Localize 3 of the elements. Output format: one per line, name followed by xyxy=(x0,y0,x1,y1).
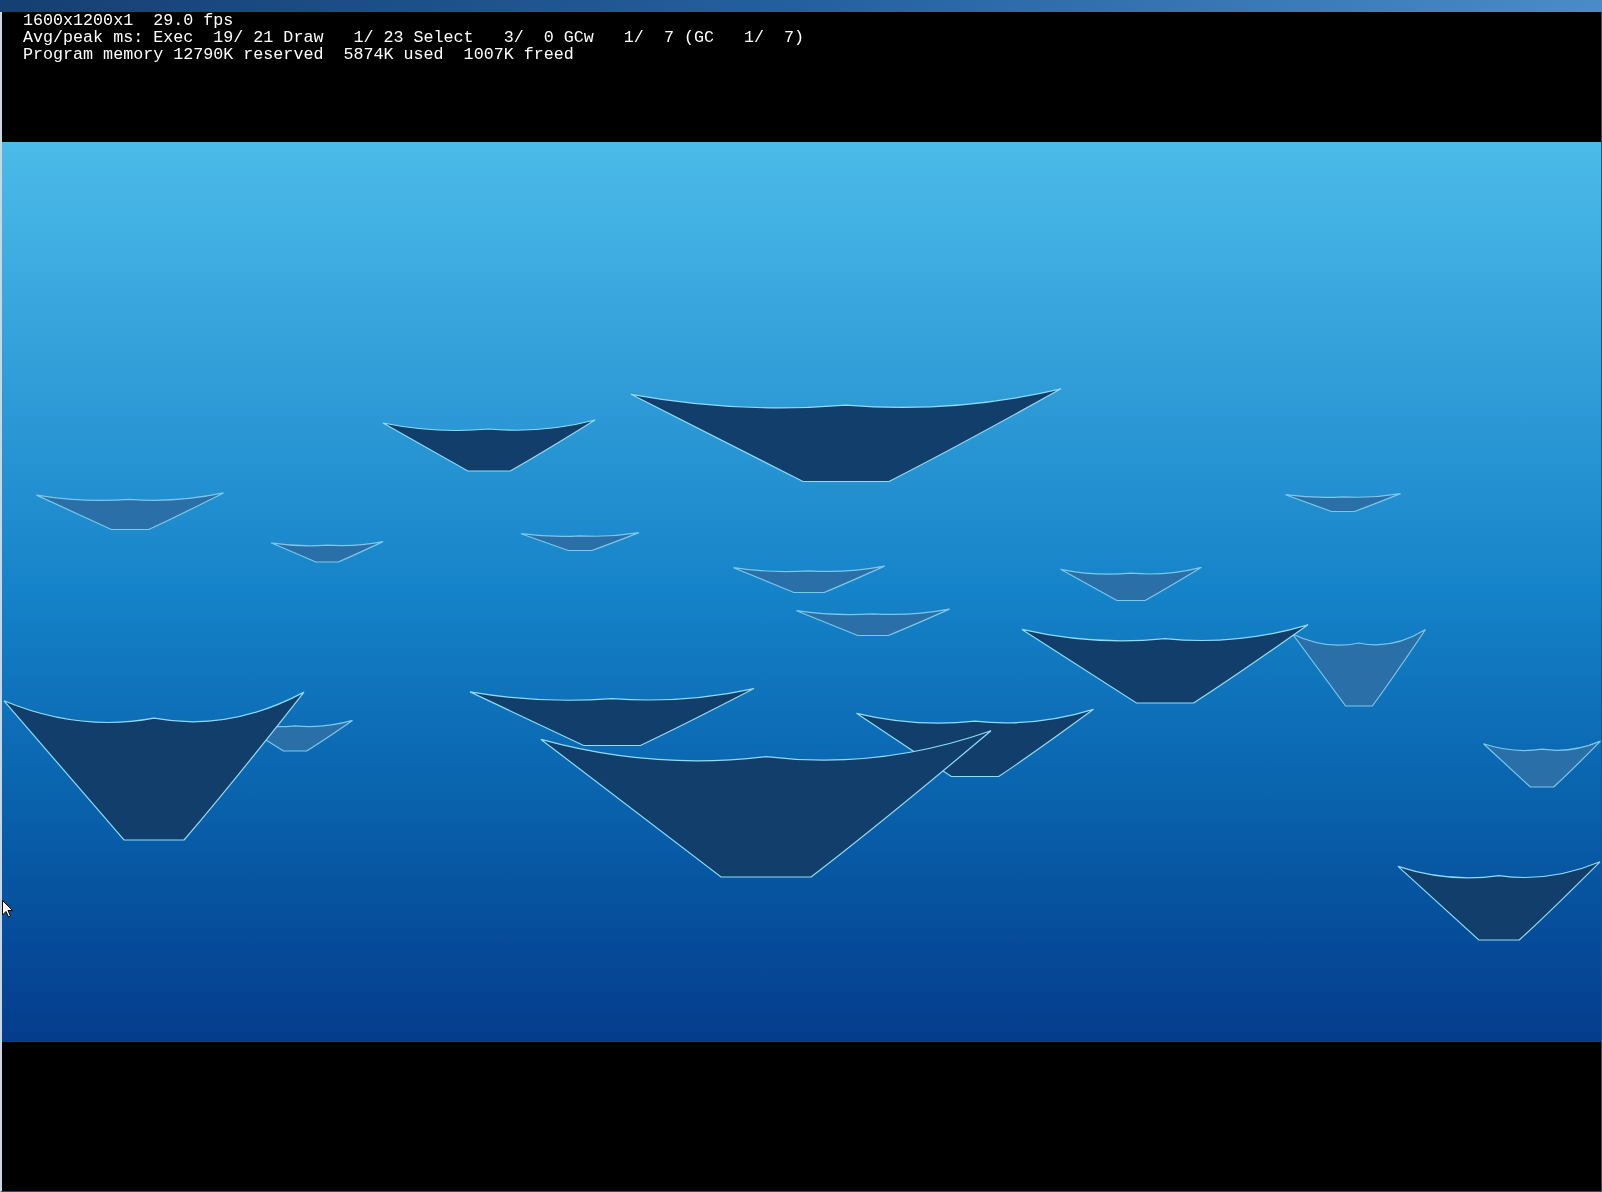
debug-stats-text: 1600x1200x1 29.0 fps xyxy=(23,12,234,29)
debug-stats-text: Program memory 12790K reserved 5874K used 1007K freed xyxy=(23,46,574,63)
debug-stats-text: Avg/peak ms: Exec 19/ 21 Draw 1/ 23 Select 3/ 0 GCw 1/ 7 (GC 1/ 7) xyxy=(23,29,805,46)
